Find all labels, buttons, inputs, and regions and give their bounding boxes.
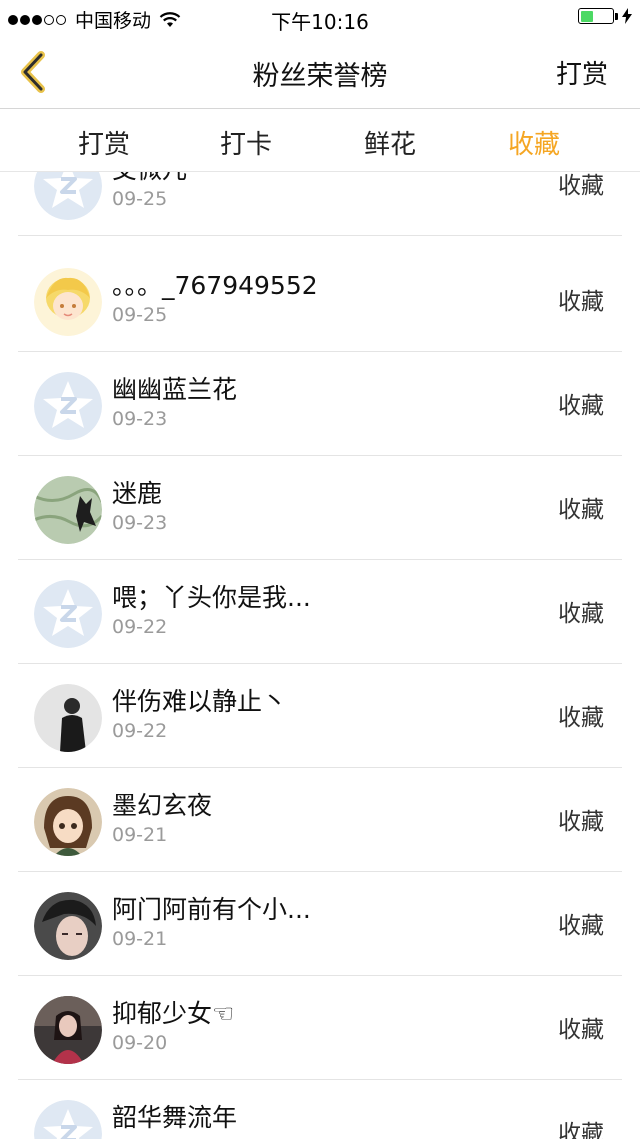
- page-title: 粉丝荣誉榜: [252, 61, 388, 92]
- fan-date: 09-25: [112, 304, 168, 326]
- fan-name: 抑郁少女☜: [112, 999, 235, 1028]
- default-avatar-icon: [34, 580, 102, 648]
- list-item[interactable]: 迷鹿 09-23 收藏: [0, 456, 640, 560]
- status-bar: 中国移动 下午10:16: [0, 0, 640, 36]
- list-item[interactable]: 韶华舞流年 收藏: [0, 1080, 640, 1139]
- nav-bar: 粉丝荣誉榜 打赏: [0, 36, 640, 109]
- fan-action-label: 收藏: [558, 289, 604, 315]
- fan-name: 幽幽蓝兰花: [112, 375, 238, 404]
- fan-action-label: 收藏: [558, 913, 604, 939]
- fan-name: 墨幻玄夜: [112, 791, 213, 820]
- fan-action-label: 收藏: [558, 1017, 604, 1043]
- fan-action-label: 收藏: [558, 1121, 604, 1139]
- row-divider: [18, 235, 622, 236]
- fan-date: 09-25: [112, 188, 168, 210]
- avatar: [34, 684, 102, 752]
- tab-bar: 打赏 打卡 鲜花 收藏: [0, 109, 640, 172]
- tab-flowers[interactable]: 鲜花: [330, 124, 450, 161]
- tab-checkin[interactable]: 打卡: [186, 124, 306, 161]
- fan-action-label: 收藏: [558, 705, 604, 731]
- fan-action-label: 收藏: [558, 393, 604, 419]
- fan-action-label: 收藏: [558, 809, 604, 835]
- tab-favorites[interactable]: 收藏: [474, 124, 594, 161]
- fan-name: 迷鹿: [112, 479, 163, 508]
- status-right: [578, 8, 632, 24]
- list-item[interactable]: 幽幽蓝兰花 09-23 收藏: [0, 352, 640, 456]
- fan-date: 09-22: [112, 616, 168, 638]
- fan-date: 09-20: [112, 1032, 168, 1054]
- battery-tip: [615, 12, 618, 20]
- default-avatar-icon: [34, 1100, 102, 1139]
- battery-icon: [578, 8, 614, 24]
- fan-name: 艾微儿: [112, 172, 187, 186]
- reward-button[interactable]: 打赏: [556, 54, 608, 91]
- fan-name: 喂；丫头你是我...: [112, 583, 311, 612]
- fan-date: 09-23: [112, 408, 168, 430]
- list-item[interactable]: 伴伤难以静止丶 09-22 收藏: [0, 664, 640, 768]
- tab-reward[interactable]: 打赏: [44, 124, 164, 161]
- fan-action-label: 收藏: [558, 601, 604, 627]
- avatar: [34, 996, 102, 1064]
- list-item[interactable]: 。。。_767949552 09-25 收藏: [0, 248, 640, 352]
- charging-bolt-icon: [622, 8, 632, 24]
- fan-date: 09-23: [112, 512, 168, 534]
- list-item[interactable]: 抑郁少女☜ 09-20 收藏: [0, 976, 640, 1080]
- list-item[interactable]: 艾微儿 09-25 收藏: [0, 172, 640, 236]
- fan-date: 09-22: [112, 720, 168, 742]
- fan-action-label: 收藏: [558, 497, 604, 523]
- list-item[interactable]: 阿门阿前有个小... 09-21 收藏: [0, 872, 640, 976]
- avatar: [34, 476, 102, 544]
- avatar: [34, 788, 102, 856]
- fan-date: 09-21: [112, 928, 168, 950]
- list-item[interactable]: 墨幻玄夜 09-21 收藏: [0, 768, 640, 872]
- fan-list: 艾微儿 09-25 收藏 。。。_767949552 09-25 收藏 幽幽蓝兰…: [0, 172, 640, 1139]
- avatar: [34, 268, 102, 336]
- fan-name: 。。。_767949552: [112, 271, 318, 300]
- fan-action-label: 收藏: [558, 173, 604, 199]
- fan-name: 韶华舞流年: [112, 1103, 238, 1132]
- avatar: [34, 892, 102, 960]
- default-avatar-icon: [34, 172, 102, 220]
- status-time: 下午10:16: [271, 10, 369, 34]
- fan-name: 阿门阿前有个小...: [112, 895, 311, 924]
- fan-date: 09-21: [112, 824, 168, 846]
- list-item[interactable]: 喂；丫头你是我... 09-22 收藏: [0, 560, 640, 664]
- default-avatar-icon: [34, 372, 102, 440]
- fan-name: 伴伤难以静止丶: [112, 687, 288, 716]
